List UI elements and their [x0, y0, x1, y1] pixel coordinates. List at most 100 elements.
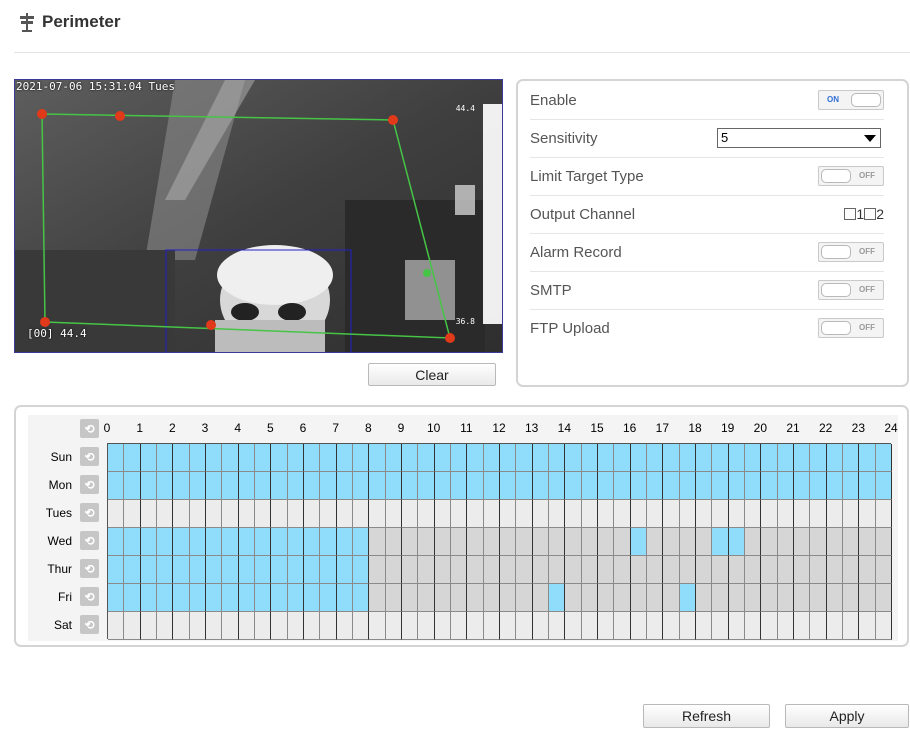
schedule-cell[interactable] — [500, 584, 517, 612]
schedule-cell[interactable] — [369, 584, 386, 612]
schedule-cell[interactable] — [173, 528, 190, 556]
schedule-cell[interactable] — [663, 584, 680, 612]
alarm-record-toggle[interactable]: OFF — [818, 242, 884, 262]
schedule-cell[interactable] — [108, 444, 125, 472]
schedule-cell[interactable] — [287, 444, 304, 472]
schedule-cell[interactable] — [418, 584, 435, 612]
schedule-cell[interactable] — [712, 500, 729, 528]
schedule-cell[interactable] — [369, 556, 386, 584]
schedule-cell[interactable] — [826, 556, 843, 584]
schedule-cell[interactable] — [434, 500, 451, 528]
schedule-cell[interactable] — [647, 444, 664, 472]
schedule-cell[interactable] — [287, 500, 304, 528]
schedule-cell[interactable] — [532, 500, 549, 528]
schedule-cell[interactable] — [663, 612, 680, 640]
schedule-cell[interactable] — [777, 528, 794, 556]
day-select-icon[interactable]: ⟲ — [80, 615, 99, 634]
schedule-cell[interactable] — [843, 472, 860, 500]
schedule-cell[interactable] — [304, 500, 321, 528]
schedule-cell[interactable] — [157, 556, 174, 584]
schedule-cell[interactable] — [108, 500, 125, 528]
schedule-cell[interactable] — [304, 612, 321, 640]
schedule-cell[interactable] — [794, 500, 811, 528]
schedule-cell[interactable] — [353, 584, 370, 612]
schedule-cell[interactable] — [189, 528, 206, 556]
schedule-cell[interactable] — [255, 500, 272, 528]
schedule-cell[interactable] — [483, 444, 500, 472]
schedule-cell[interactable] — [255, 556, 272, 584]
schedule-cell[interactable] — [173, 612, 190, 640]
schedule-cell[interactable] — [157, 472, 174, 500]
schedule-cell[interactable] — [353, 500, 370, 528]
schedule-cell[interactable] — [483, 500, 500, 528]
schedule-cell[interactable] — [679, 472, 696, 500]
schedule-cell[interactable] — [385, 612, 402, 640]
schedule-cell[interactable] — [385, 528, 402, 556]
schedule-cell[interactable] — [745, 584, 762, 612]
schedule-cell[interactable] — [353, 472, 370, 500]
schedule-cell[interactable] — [157, 612, 174, 640]
schedule-cell[interactable] — [745, 472, 762, 500]
schedule-cell[interactable] — [761, 556, 778, 584]
day-select-icon[interactable]: ⟲ — [80, 587, 99, 606]
schedule-cell[interactable] — [353, 444, 370, 472]
schedule-cell[interactable] — [696, 528, 713, 556]
schedule-cell[interactable] — [222, 612, 239, 640]
schedule-cell[interactable] — [630, 500, 647, 528]
ftp-upload-toggle[interactable]: OFF — [818, 318, 884, 338]
schedule-cell[interactable] — [745, 612, 762, 640]
schedule-cell[interactable] — [549, 472, 566, 500]
schedule-cell[interactable] — [549, 500, 566, 528]
schedule-cell[interactable] — [108, 556, 125, 584]
schedule-cell[interactable] — [336, 584, 353, 612]
schedule-cell[interactable] — [532, 612, 549, 640]
schedule-cell[interactable] — [565, 444, 582, 472]
schedule-cell[interactable] — [826, 472, 843, 500]
schedule-cell[interactable] — [777, 556, 794, 584]
schedule-cell[interactable] — [728, 500, 745, 528]
schedule-cell[interactable] — [451, 444, 468, 472]
schedule-cell[interactable] — [124, 528, 141, 556]
schedule-cell[interactable] — [843, 612, 860, 640]
schedule-cell[interactable] — [630, 472, 647, 500]
schedule-cell[interactable] — [794, 472, 811, 500]
schedule-cell[interactable] — [255, 612, 272, 640]
schedule-cell[interactable] — [598, 556, 615, 584]
schedule-cell[interactable] — [630, 612, 647, 640]
schedule-cell[interactable] — [500, 472, 517, 500]
schedule-cell[interactable] — [108, 472, 125, 500]
schedule-cell[interactable] — [614, 500, 631, 528]
schedule-cell[interactable] — [385, 556, 402, 584]
schedule-cell[interactable] — [238, 528, 255, 556]
schedule-cell[interactable] — [206, 612, 223, 640]
schedule-cell[interactable] — [663, 472, 680, 500]
schedule-cell[interactable] — [598, 612, 615, 640]
schedule-cell[interactable] — [761, 584, 778, 612]
schedule-cell[interactable] — [206, 556, 223, 584]
schedule-cell[interactable] — [810, 444, 827, 472]
schedule-cell[interactable] — [810, 612, 827, 640]
schedule-cell[interactable] — [189, 444, 206, 472]
schedule-cell[interactable] — [859, 556, 876, 584]
schedule-cell[interactable] — [467, 500, 484, 528]
schedule-cell[interactable] — [434, 612, 451, 640]
schedule-cell[interactable] — [859, 584, 876, 612]
schedule-cell[interactable] — [794, 528, 811, 556]
schedule-cell[interactable] — [173, 472, 190, 500]
schedule-cell[interactable] — [304, 528, 321, 556]
schedule-cell[interactable] — [222, 444, 239, 472]
schedule-cell[interactable] — [565, 556, 582, 584]
schedule-cell[interactable] — [320, 500, 337, 528]
schedule-cell[interactable] — [173, 444, 190, 472]
schedule-cell[interactable] — [369, 500, 386, 528]
schedule-cell[interactable] — [826, 500, 843, 528]
schedule-cell[interactable] — [353, 528, 370, 556]
schedule-cell[interactable] — [794, 444, 811, 472]
schedule-cell[interactable] — [810, 528, 827, 556]
schedule-cell[interactable] — [206, 500, 223, 528]
schedule-cell[interactable] — [451, 612, 468, 640]
schedule-cell[interactable] — [467, 556, 484, 584]
schedule-cell[interactable] — [875, 556, 892, 584]
schedule-cell[interactable] — [859, 472, 876, 500]
schedule-cell[interactable] — [483, 612, 500, 640]
